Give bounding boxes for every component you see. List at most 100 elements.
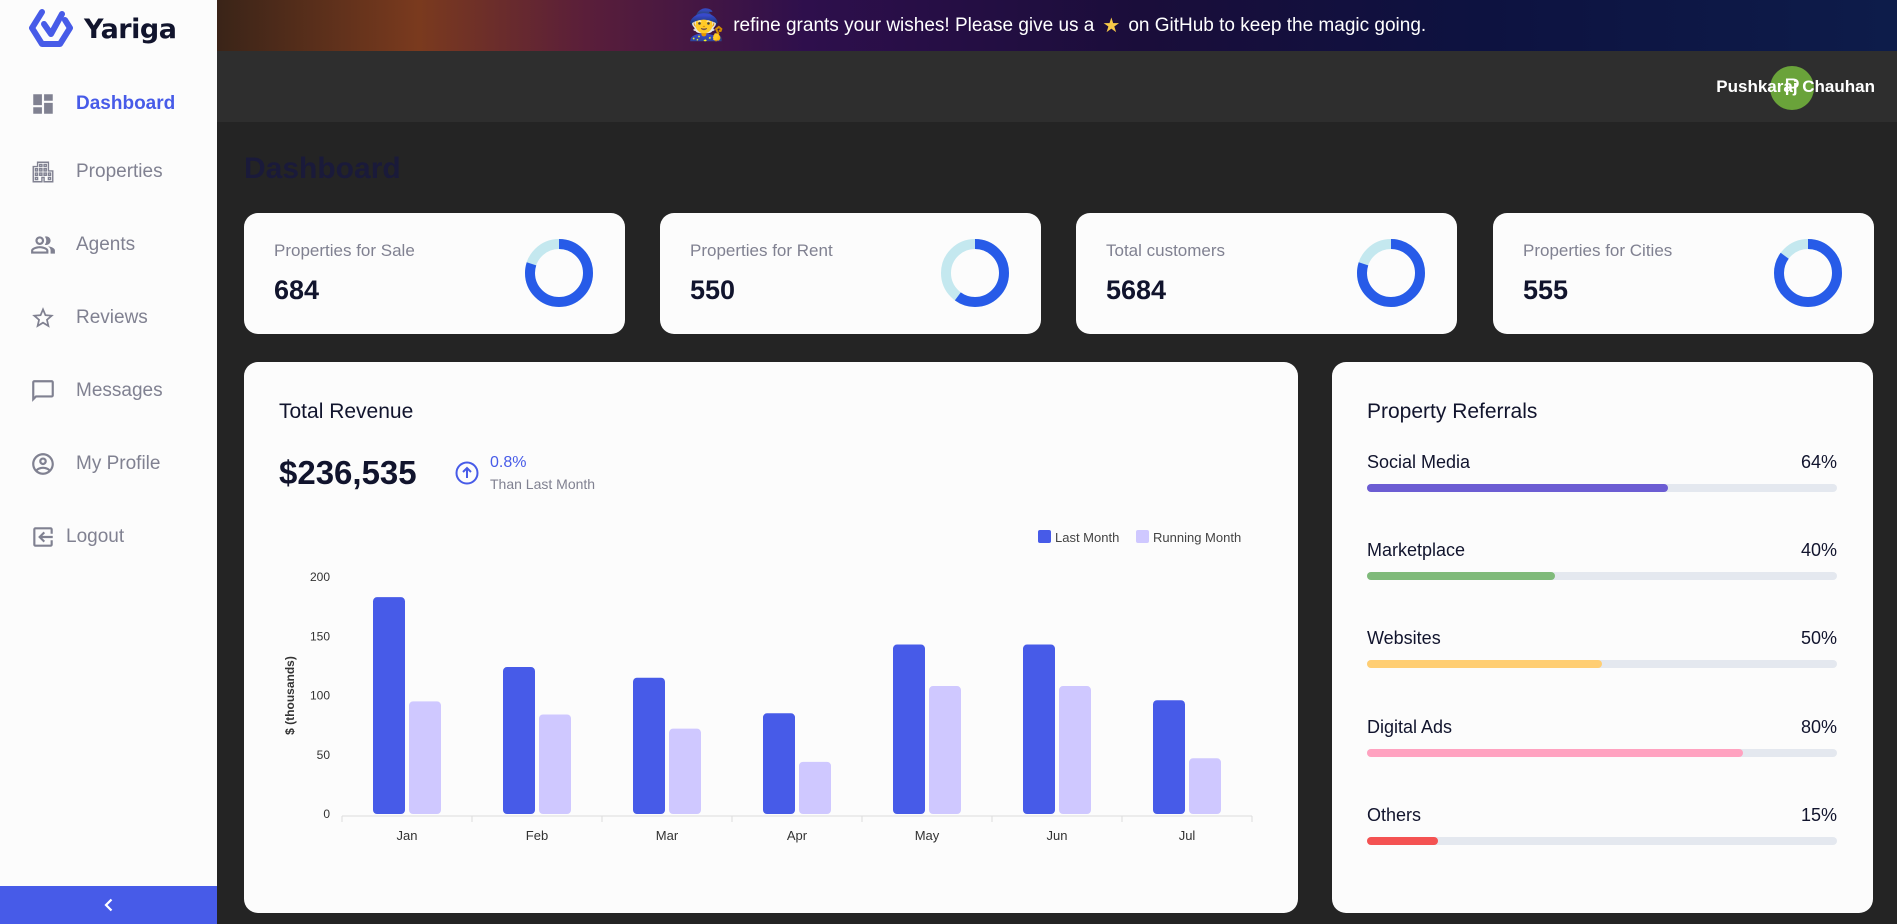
- referral-percent: 40%: [1800, 540, 1837, 560]
- bar-last-month[interactable]: [1023, 644, 1055, 814]
- bar-last-month[interactable]: [763, 713, 795, 814]
- bar-running-month[interactable]: [929, 686, 961, 814]
- sidebar-item-label: Reviews: [76, 307, 148, 328]
- people-icon: [31, 236, 55, 254]
- user-name[interactable]: Pushkaraj Chauhan: [1716, 77, 1875, 97]
- y-tick-label: 100: [310, 689, 330, 703]
- revenue-title: Total Revenue: [279, 400, 414, 423]
- page-title: Dashboard: [244, 152, 401, 185]
- referral-name: Websites: [1367, 628, 1441, 648]
- sidebar-item-label: Agents: [76, 234, 136, 255]
- banner-text: 🧙 refine grants your wishes! Please give…: [687, 8, 1427, 42]
- sidebar-item-reviews[interactable]: Reviews: [30, 303, 148, 333]
- donut-chart: [941, 239, 1009, 307]
- revenue-bar-chart: 0 50 100 150 200 $ (thousands) Jan Feb Mar Apr May…: [283, 530, 1253, 843]
- x-tick-label: May: [915, 828, 940, 843]
- progress-track: [1367, 660, 1837, 668]
- x-tick-label: Jun: [1047, 828, 1068, 843]
- stat-card-properties-for-cities: Properties for Cities 555: [1493, 213, 1874, 334]
- total-revenue-card: 0 50 100 150 200 $ (thousands) Jan Feb Mar Apr May…: [244, 362, 1298, 913]
- revenue-amount: $236,535: [279, 454, 417, 491]
- revenue-change: 0.8%: [490, 454, 527, 471]
- dashboard-icon: [33, 94, 53, 114]
- sidebar-item-logout[interactable]: Logout: [30, 522, 124, 552]
- stat-label: Total customers: [1106, 241, 1226, 260]
- sidebar-item-my-profile[interactable]: My Profile: [30, 449, 160, 479]
- legend-swatch: [1038, 530, 1051, 543]
- legend-label[interactable]: Running Month: [1153, 530, 1241, 545]
- sidebar: Yariga Dashboard Properties Agents Revie…: [0, 0, 217, 924]
- stat-card-properties-for-sale: Properties for Sale 684: [244, 213, 625, 334]
- progress-track: [1367, 484, 1837, 492]
- legend-label[interactable]: Last Month: [1055, 530, 1119, 545]
- stat-card-properties-for-rent: Properties for Rent 550: [660, 213, 1041, 334]
- bar-running-month[interactable]: [409, 701, 441, 814]
- sidebar-item-messages[interactable]: Messages: [30, 376, 163, 406]
- referral-name: Digital Ads: [1367, 717, 1453, 737]
- sidebar-item-label: Messages: [76, 380, 163, 401]
- stat-label: Properties for Rent: [690, 241, 833, 260]
- referrals-title: Property Referrals: [1367, 400, 1538, 423]
- referral-percent: 15%: [1800, 805, 1837, 825]
- bar-running-month[interactable]: [539, 714, 571, 814]
- x-tick-label: Apr: [787, 828, 808, 843]
- sidebar-item-label: Dashboard: [76, 93, 176, 114]
- bar-running-month[interactable]: [1059, 686, 1091, 814]
- bar-running-month[interactable]: [669, 728, 701, 814]
- y-tick-label: 150: [310, 629, 330, 643]
- revenue-change-note: Than Last Month: [490, 476, 596, 492]
- progress-fill: [1367, 837, 1438, 845]
- bar-running-month[interactable]: [799, 761, 831, 814]
- stat-value: 5684: [1106, 275, 1167, 305]
- donut-chart: [525, 239, 593, 307]
- sidebar-item-properties[interactable]: Properties: [30, 157, 163, 187]
- chat-icon: [32, 380, 54, 402]
- sidebar-item-dashboard[interactable]: Dashboard: [30, 89, 175, 119]
- stat-label: Properties for Cities: [1523, 241, 1673, 260]
- app-logo[interactable]: Yariga: [28, 8, 177, 50]
- y-tick-label: 50: [317, 748, 331, 762]
- sidebar-item-label: Logout: [66, 526, 125, 547]
- referral-name: Marketplace: [1367, 540, 1466, 560]
- x-tick-label: Jul: [1179, 828, 1196, 843]
- bar-last-month[interactable]: [1153, 700, 1185, 814]
- x-tick-label: Jan: [397, 828, 418, 843]
- wizard-icon: 🧙: [687, 8, 726, 42]
- github-banner[interactable]: 🧙 refine grants your wishes! Please give…: [217, 0, 1897, 51]
- stat-value: 550: [690, 275, 736, 305]
- donut-chart: [1357, 239, 1425, 307]
- referral-percent: 64%: [1800, 452, 1837, 472]
- stat-card-total-customers: Total customers 5684: [1076, 213, 1457, 334]
- bar-last-month[interactable]: [893, 644, 925, 814]
- progress-track: [1367, 572, 1837, 580]
- banner-text-end: on GitHub to keep the magic going.: [1128, 14, 1427, 36]
- stat-label: Properties for Sale: [274, 241, 415, 260]
- app-name: Yariga: [84, 13, 177, 45]
- progress-track: [1367, 749, 1837, 757]
- referral-name: Social Media: [1367, 452, 1471, 472]
- star-icon: ★: [1102, 15, 1121, 37]
- referral-percent: 80%: [1800, 717, 1837, 737]
- progress-fill: [1367, 484, 1668, 492]
- y-tick-label: 0: [323, 807, 330, 821]
- x-tick-label: Feb: [526, 828, 548, 843]
- chevron-left-icon: [103, 898, 112, 912]
- x-tick-label: Mar: [656, 828, 679, 843]
- bar-last-month[interactable]: [633, 677, 665, 814]
- progress-fill: [1367, 660, 1602, 668]
- bar-last-month[interactable]: [503, 667, 535, 814]
- progress-track: [1367, 837, 1837, 845]
- referral-name: Others: [1367, 805, 1422, 825]
- sidebar-item-label: My Profile: [76, 453, 161, 474]
- banner-text-start: refine grants your wishes! Please give u…: [733, 14, 1095, 36]
- sidebar-collapse-button[interactable]: [0, 886, 217, 924]
- sidebar-item-label: Properties: [76, 161, 163, 182]
- legend-swatch: [1136, 530, 1149, 543]
- bar-last-month[interactable]: [373, 597, 405, 814]
- sidebar-item-agents[interactable]: Agents: [30, 230, 135, 260]
- yariga-logo-icon: [29, 9, 73, 47]
- referral-percent: 50%: [1800, 628, 1837, 648]
- top-header: P Pushkaraj Chauhan: [217, 51, 1897, 122]
- y-tick-label: 200: [310, 570, 330, 584]
- bar-running-month[interactable]: [1189, 758, 1221, 814]
